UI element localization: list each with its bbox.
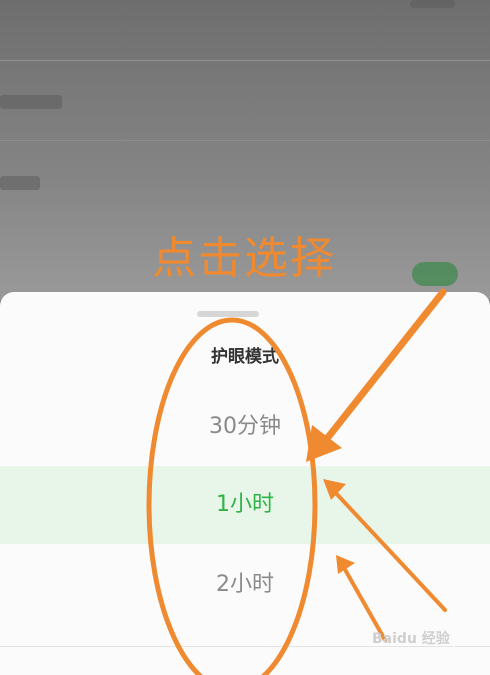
watermark-logo: Baidu 经验 xyxy=(372,631,450,647)
highlight-ellipse xyxy=(146,317,318,675)
annotation-overlay xyxy=(146,288,447,675)
arrow-main-icon xyxy=(306,288,447,462)
arrow-secondary-icon xyxy=(323,479,447,612)
